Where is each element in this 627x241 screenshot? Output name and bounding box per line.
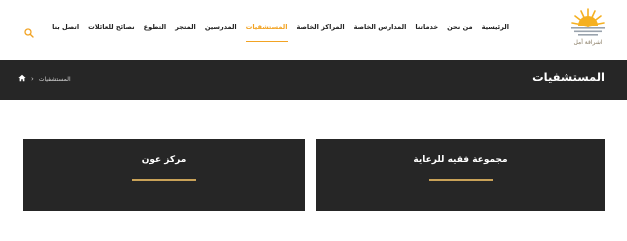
search-icon[interactable] — [24, 23, 34, 38]
nav-item-store[interactable]: المتجر — [175, 23, 196, 31]
breadcrumb-current: المستشفيات — [38, 75, 71, 83]
home-icon[interactable] — [18, 74, 26, 84]
nav-item-hospitals[interactable]: المستشفيات — [245, 23, 288, 42]
nav-item-home[interactable]: الرئيسية — [482, 23, 509, 31]
page-title-bar: المستشفيات ‹ المستشفيات — [0, 60, 627, 100]
main-nav: الرئيسية من نحن خدماتنا المدارس الخاصة ا… — [52, 17, 509, 42]
nav-item-about[interactable]: من نحن — [447, 23, 472, 31]
nav-item-private-schools[interactable]: المدارس الخاصة — [354, 23, 407, 31]
nav-item-contact[interactable]: اتصل بنا — [52, 23, 79, 31]
card-divider — [132, 179, 196, 181]
nav-item-family-tips[interactable]: نصائح للعائلات — [88, 23, 134, 31]
nav-item-volunteer[interactable]: التطوع — [144, 23, 167, 31]
card-title: مركز عون — [141, 155, 187, 165]
nav-item-teachers[interactable]: المدرسين — [205, 23, 237, 31]
logo-text: اشراقة أمل — [573, 39, 603, 46]
nav-item-private-centers[interactable]: المراكز الخاصة — [297, 23, 345, 31]
breadcrumb: ‹ المستشفيات — [18, 74, 71, 84]
card-title: مجموعة فقيه للرعاية — [413, 155, 508, 165]
hospital-card-aoun[interactable]: مركز عون — [23, 139, 305, 211]
site-logo[interactable]: اشراقة أمل — [571, 6, 605, 50]
nav-item-services[interactable]: خدماتنا — [415, 23, 438, 31]
page-title: المستشفيات — [532, 70, 605, 84]
site-header: اشراقة أمل الرئيسية من نحن خدماتنا المدا… — [0, 0, 627, 60]
hospital-card-fakeeh[interactable]: مجموعة فقيه للرعاية — [316, 139, 605, 211]
sun-logo-icon — [571, 8, 605, 36]
chevron-left-icon: ‹ — [31, 75, 34, 83]
card-divider — [428, 179, 493, 181]
